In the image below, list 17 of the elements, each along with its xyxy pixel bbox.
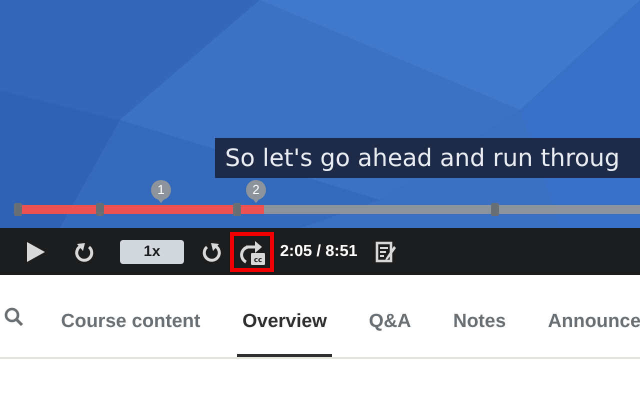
notes-icon[interactable] — [375, 240, 398, 262]
forward-icon[interactable] — [200, 240, 222, 262]
tab[interactable]: Course content — [56, 311, 206, 357]
search-icon[interactable] — [4, 307, 24, 327]
time-display: 2:05 / 8:51 — [280, 242, 358, 260]
chapter-tick — [14, 203, 22, 216]
chapter-tick — [491, 203, 499, 216]
tab[interactable]: Q&A — [364, 311, 416, 357]
subtitle-caption: So let's go ahead and run throug — [215, 138, 640, 178]
tab[interactable]: Notes — [448, 311, 511, 357]
chapter-tick — [96, 203, 104, 216]
chapter-tick — [233, 203, 241, 216]
play-icon[interactable] — [24, 240, 46, 262]
speed-button[interactable]: 1x — [120, 240, 184, 264]
tab[interactable]: Announce — [542, 311, 640, 357]
rewind-icon[interactable] — [74, 240, 96, 262]
tab[interactable]: Overview — [237, 311, 332, 357]
